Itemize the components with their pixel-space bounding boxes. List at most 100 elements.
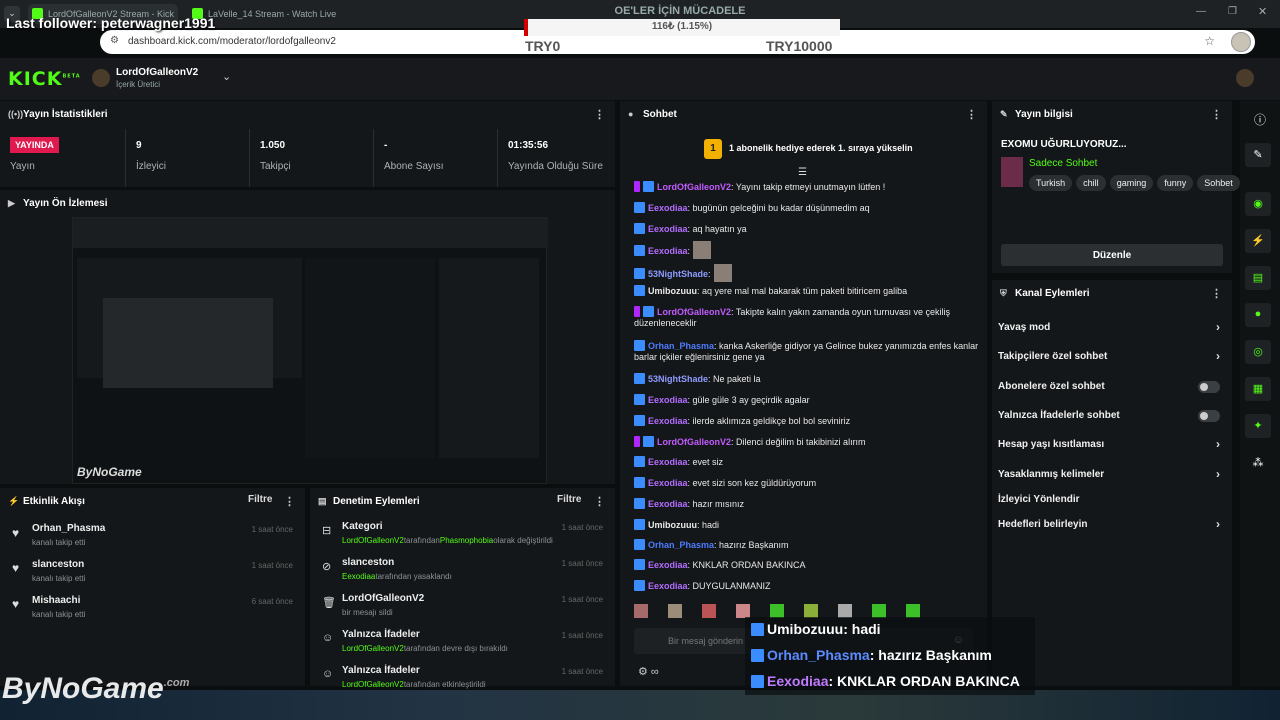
- chat-username[interactable]: Umibozuuu: [648, 520, 697, 530]
- tag-list: Turkish chill gaming funny Sohbet: [1029, 173, 1240, 191]
- pinned-gift-text: 1 abonelik hediye ederek 1. sıraya yükse…: [729, 143, 913, 153]
- edit-stream-info-button[interactable]: Düzenle: [1001, 244, 1223, 266]
- chat-header: ● Sohbet: [628, 109, 677, 120]
- scroll-indicator-icon[interactable]: ☰: [798, 167, 807, 178]
- close-window-icon[interactable]: ✕: [1258, 5, 1267, 18]
- channel-action-row[interactable]: Takipçilere özel sohbet ›: [998, 349, 1226, 369]
- broadcast-icon[interactable]: ◎: [1245, 340, 1271, 364]
- chat-message[interactable]: LordOfGalleonV2: Takipte kalın yakın zam…: [634, 306, 979, 329]
- toggle-switch[interactable]: [1198, 410, 1220, 422]
- chat-username[interactable]: Eexodiaa: [648, 478, 688, 488]
- subscriber-badge-icon: [751, 623, 764, 636]
- channel-action-row[interactable]: Abonelere özel sohbet: [998, 379, 1226, 399]
- channel-action-row[interactable]: Hesap yaşı kısıtlaması ›: [998, 437, 1226, 457]
- chat-message[interactable]: Eexodiaa: ilerde aklımıza geldikçe bol b…: [634, 415, 979, 427]
- chat-username[interactable]: LordOfGalleonV2: [657, 437, 731, 447]
- chat-message[interactable]: 53NightShade:: [634, 264, 979, 282]
- chat-username[interactable]: LordOfGalleonV2: [657, 182, 731, 192]
- chat-message[interactable]: LordOfGalleonV2: Yayını takip etmeyi unu…: [634, 181, 979, 193]
- chat-message[interactable]: Eexodiaa: aq hayatın ya: [634, 223, 979, 235]
- stream-info-header: ✎ Yayın bilgisi: [1000, 109, 1073, 120]
- stats-menu-icon[interactable]: ⋮: [594, 108, 605, 121]
- chat-username[interactable]: Eexodiaa: [648, 416, 688, 426]
- chat-username[interactable]: Eexodiaa: [648, 581, 688, 591]
- chat-username[interactable]: LordOfGalleonV2: [657, 307, 731, 317]
- stream-info-menu-icon[interactable]: ⋮: [1211, 108, 1222, 121]
- moderation-action-time: 1 saat önce: [561, 631, 603, 640]
- lightning-icon[interactable]: ⚡: [1245, 229, 1271, 253]
- chat-username[interactable]: 53NightShade: [648, 374, 708, 384]
- moderation-action-name: Kategori: [342, 521, 383, 532]
- moderation-menu-icon[interactable]: ⋮: [594, 495, 605, 508]
- activity-menu-icon[interactable]: ⋮: [284, 495, 295, 508]
- chat-settings-icon[interactable]: ⚙ ∞: [638, 665, 659, 678]
- chat-message[interactable]: 53NightShade: Ne paketi la: [634, 373, 979, 385]
- moderation-action-detail: LordOfGalleonV2tarafından etkinleştirild…: [342, 680, 486, 689]
- document-icon[interactable]: ▤: [1245, 266, 1271, 290]
- maximize-icon[interactable]: ❐: [1228, 6, 1237, 17]
- chat-username[interactable]: Eexodiaa: [648, 499, 688, 509]
- chat-message[interactable]: Eexodiaa: bugünün gelceğini bu kadar düş…: [634, 202, 979, 214]
- chat-message[interactable]: Eexodiaa:: [634, 241, 979, 259]
- subscriber-badge-icon: [634, 415, 645, 426]
- pinned-gift-banner[interactable]: 1 1 abonelik hediye ederek 1. sıraya yük…: [704, 139, 914, 159]
- pencil-icon[interactable]: ✎: [1245, 143, 1271, 167]
- bookmark-star-icon[interactable]: ☆: [1204, 34, 1215, 48]
- chat-message[interactable]: Umibozuuu: hadi: [634, 519, 979, 531]
- chat-username[interactable]: Eexodiaa: [648, 203, 688, 213]
- site-info-icon[interactable]: ⚙: [110, 35, 119, 46]
- chat-username[interactable]: Eexodiaa: [648, 224, 688, 234]
- category-name[interactable]: Sadece Sohbet: [1029, 158, 1097, 169]
- subscriber-badge-icon: [634, 456, 645, 467]
- info-icon[interactable]: ⓘ: [1254, 111, 1266, 128]
- chat-username[interactable]: Eexodiaa: [648, 395, 688, 405]
- activity-filter-button[interactable]: Filtre: [248, 494, 272, 505]
- stream-preview-video[interactable]: ByNoGame: [72, 217, 548, 484]
- chat-message[interactable]: Orhan_Phasma: kanka Askerliğe gidiyor ya…: [634, 340, 979, 363]
- kick-logo[interactable]: KICKBETA: [8, 68, 81, 90]
- chat-message[interactable]: LordOfGalleonV2: Dilenci değilim bi taki…: [634, 436, 979, 448]
- chat-username[interactable]: Orhan_Phasma: [648, 540, 714, 550]
- chat-username[interactable]: 53NightShade: [648, 269, 708, 279]
- stream-tag[interactable]: Turkish: [1029, 175, 1073, 191]
- chat-text: : Ne paketi la: [708, 374, 761, 384]
- stream-tag[interactable]: chill: [1076, 175, 1106, 191]
- minimize-icon[interactable]: —: [1196, 6, 1206, 17]
- stream-tag[interactable]: funny: [1157, 175, 1194, 191]
- channel-switch-chevron-icon[interactable]: ⌄: [222, 70, 231, 83]
- chat-username[interactable]: Eexodiaa: [648, 246, 688, 256]
- channel-action-row[interactable]: Hedefleri belirleyin ›: [998, 517, 1226, 537]
- channel-action-row[interactable]: Yasaklanmış kelimeler ›: [998, 467, 1226, 487]
- camera-icon[interactable]: ◉: [1245, 192, 1271, 216]
- chat-message[interactable]: Eexodiaa: güle güle 3 ay geçirdik agalar: [634, 394, 979, 406]
- chat-message[interactable]: Eexodiaa: evet siz: [634, 456, 979, 468]
- chat-bubble-icon[interactable]: ●: [1245, 303, 1271, 327]
- chat-username[interactable]: Orhan_Phasma: [648, 341, 714, 351]
- chat-message[interactable]: Eexodiaa: KNKLAR ORDAN BAKINCA: [634, 559, 979, 571]
- chat-username[interactable]: Umibozuuu: [648, 286, 697, 296]
- moderation-filter-button[interactable]: Filtre: [557, 494, 581, 505]
- chat-username[interactable]: Eexodiaa: [648, 560, 688, 570]
- stream-tag[interactable]: gaming: [1109, 175, 1154, 191]
- channel-action-row[interactable]: Yavaş mod ›: [998, 320, 1226, 340]
- layout-icon[interactable]: ▦: [1245, 377, 1271, 401]
- stat-subscribers: - Abone Sayısı: [373, 129, 496, 187]
- stream-tag[interactable]: Sohbet: [1197, 175, 1240, 191]
- chat-message[interactable]: Eexodiaa: evet sizi son kez güldürüyorum: [634, 477, 979, 489]
- chat-username[interactable]: Eexodiaa: [648, 457, 688, 467]
- profile-avatar[interactable]: [1231, 32, 1251, 52]
- channel-action-row[interactable]: İzleyici Yönlendir: [998, 492, 1226, 512]
- chat-message[interactable]: Eexodiaa: hazır mısınız: [634, 498, 979, 510]
- channel-action-row[interactable]: Yalnızca İfadelerle sohbet: [998, 408, 1226, 428]
- ban-icon: ⊘: [322, 561, 332, 573]
- wrench-icon[interactable]: ✦: [1245, 414, 1271, 438]
- share-icon[interactable]: ⁂: [1245, 451, 1271, 475]
- user-menu-avatar[interactable]: [1236, 69, 1254, 87]
- chat-menu-icon[interactable]: ⋮: [966, 108, 977, 121]
- toggle-switch[interactable]: [1198, 381, 1220, 393]
- channel-actions-menu-icon[interactable]: ⋮: [1211, 287, 1222, 300]
- subscriber-badge-icon: [634, 477, 645, 488]
- chat-message[interactable]: Orhan_Phasma: hazırız Başkanım: [634, 539, 979, 551]
- chat-message[interactable]: Umibozuuu: aq yere mal mal bakarak tüm p…: [634, 285, 979, 297]
- chat-message[interactable]: Eexodiaa: DUYGULANMANIZ: [634, 580, 979, 592]
